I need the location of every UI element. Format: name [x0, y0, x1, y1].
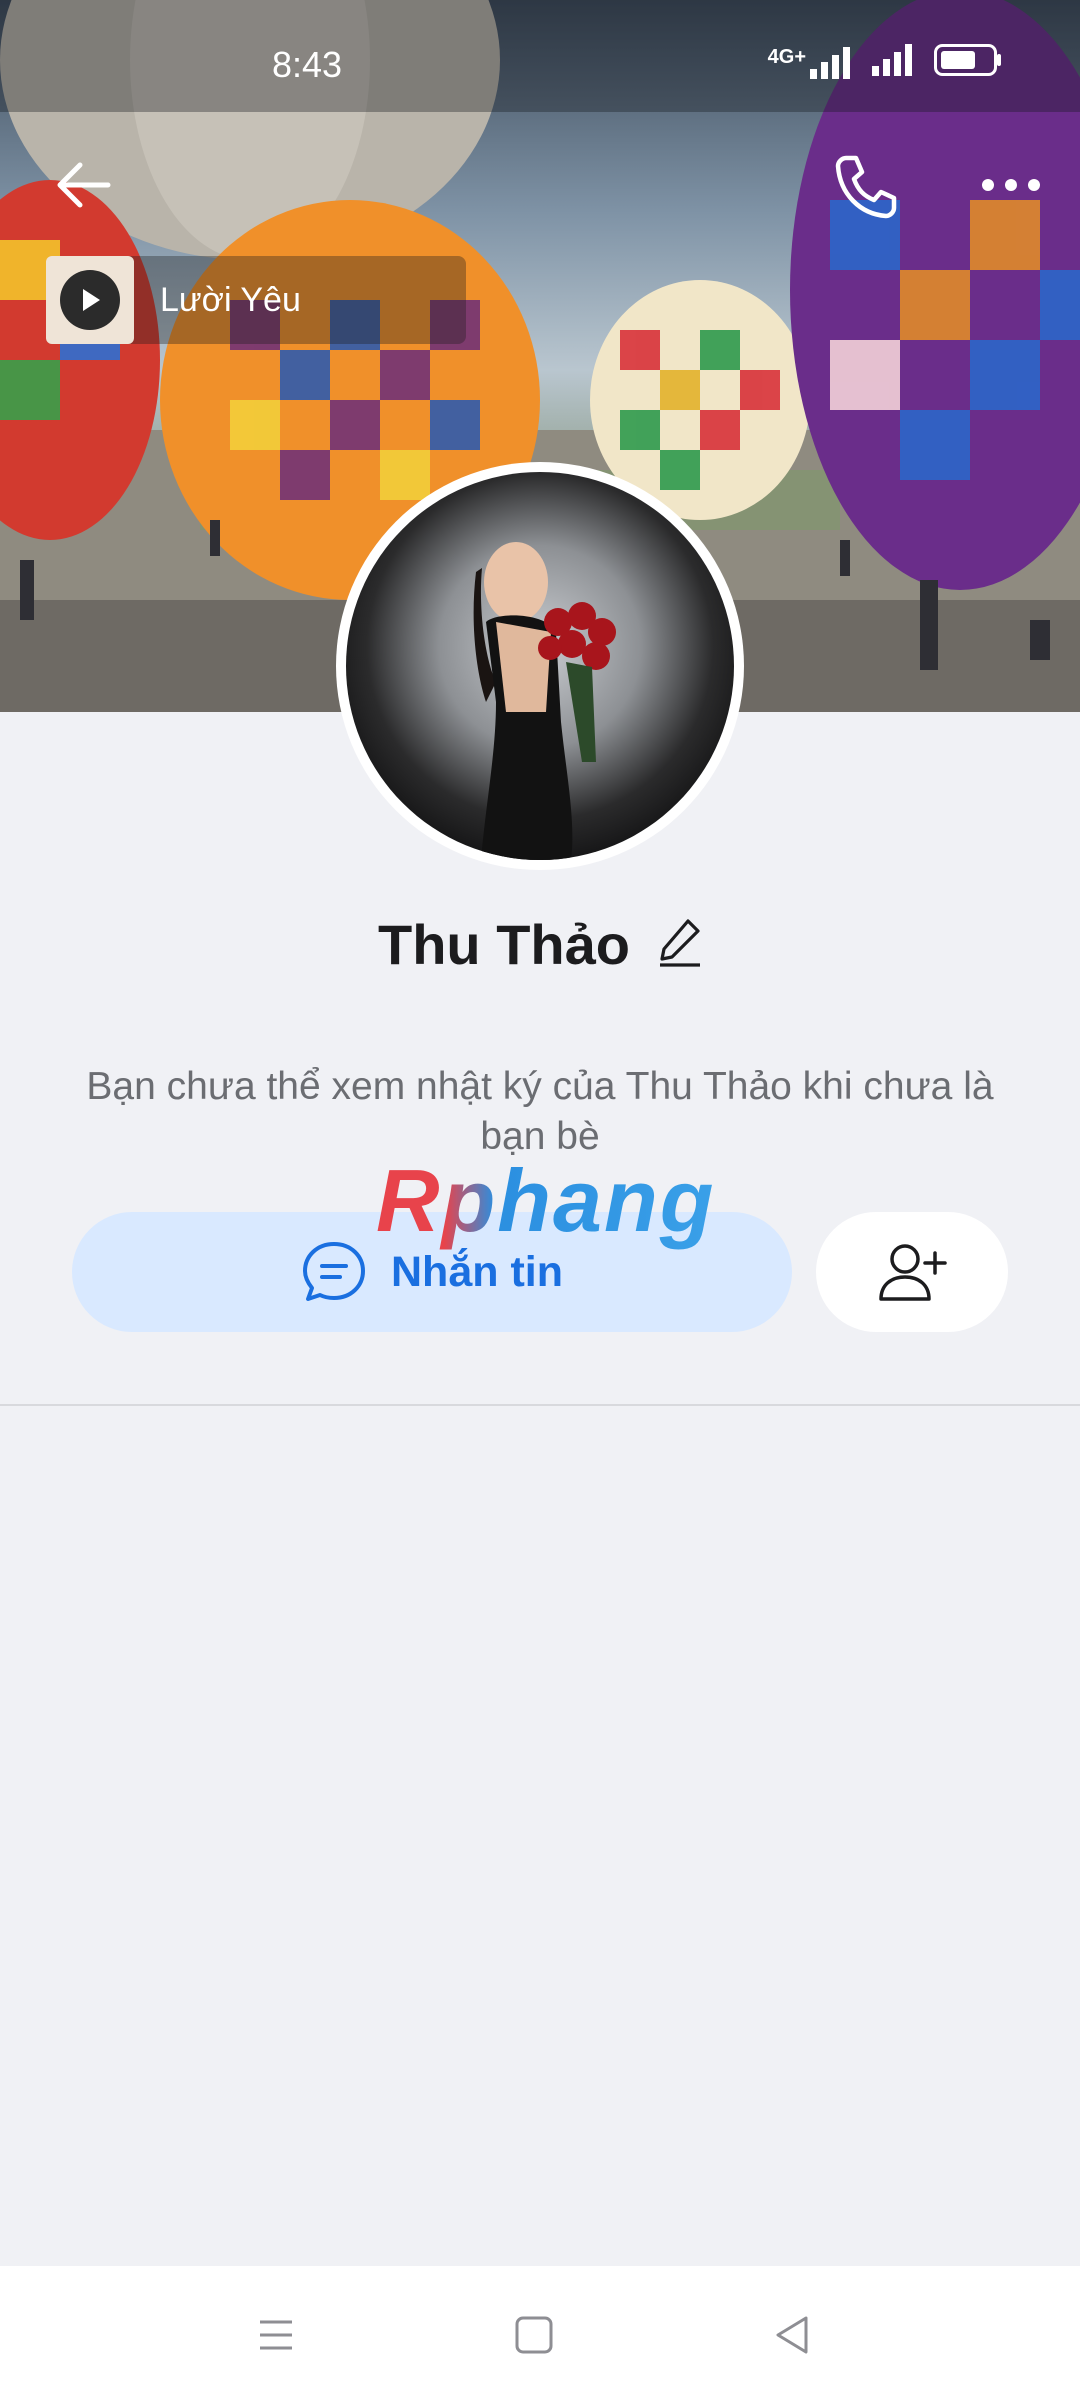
status-icons: 4G+: [768, 44, 1002, 81]
menu-icon: [260, 2320, 292, 2350]
back-icon: [776, 2316, 808, 2354]
avatar-illustration: [473, 542, 616, 860]
status-time: 8:43: [272, 44, 343, 85]
system-navbar: [0, 2266, 1080, 2400]
watermark-logo: Rphang: [376, 1151, 716, 1250]
profile-music[interactable]: Lười Yêu: [46, 256, 466, 344]
avatar[interactable]: [346, 472, 734, 860]
back-button[interactable]: [50, 150, 120, 220]
profile-name-row: Thu Thảo: [0, 912, 1080, 977]
section-divider: [0, 1404, 1080, 1406]
pencil-icon[interactable]: [658, 917, 702, 972]
music-thumbnail: [46, 256, 134, 344]
add-user-icon: [879, 1244, 947, 1301]
menu-button[interactable]: [246, 2310, 306, 2360]
more-icon: [982, 179, 1040, 191]
home-button[interactable]: [504, 2310, 564, 2360]
more-button[interactable]: [976, 150, 1046, 220]
add-friend-button[interactable]: [816, 1212, 1008, 1332]
music-title: Lười Yêu: [160, 280, 301, 319]
nav-back-button[interactable]: [762, 2310, 822, 2360]
phone-icon: [835, 155, 897, 219]
message-button-label: Nhắn tin: [391, 1247, 563, 1296]
back-arrow-icon: [57, 162, 111, 208]
signal-icon: [872, 44, 916, 81]
status-bar: 8:43 4G+: [0, 0, 1080, 112]
play-icon[interactable]: [60, 270, 120, 330]
chat-bubble-icon: [303, 1242, 365, 1301]
privacy-notice: Bạn chưa thể xem nhật ký của Thu Thảo kh…: [86, 1065, 994, 1158]
call-button[interactable]: [828, 150, 902, 224]
home-icon: [515, 2316, 553, 2354]
network-type: 4G+: [767, 45, 806, 68]
battery-icon: [934, 44, 1002, 81]
profile-name: Thu Thảo: [378, 913, 630, 976]
signal-4g-icon: 4G+: [767, 45, 854, 79]
